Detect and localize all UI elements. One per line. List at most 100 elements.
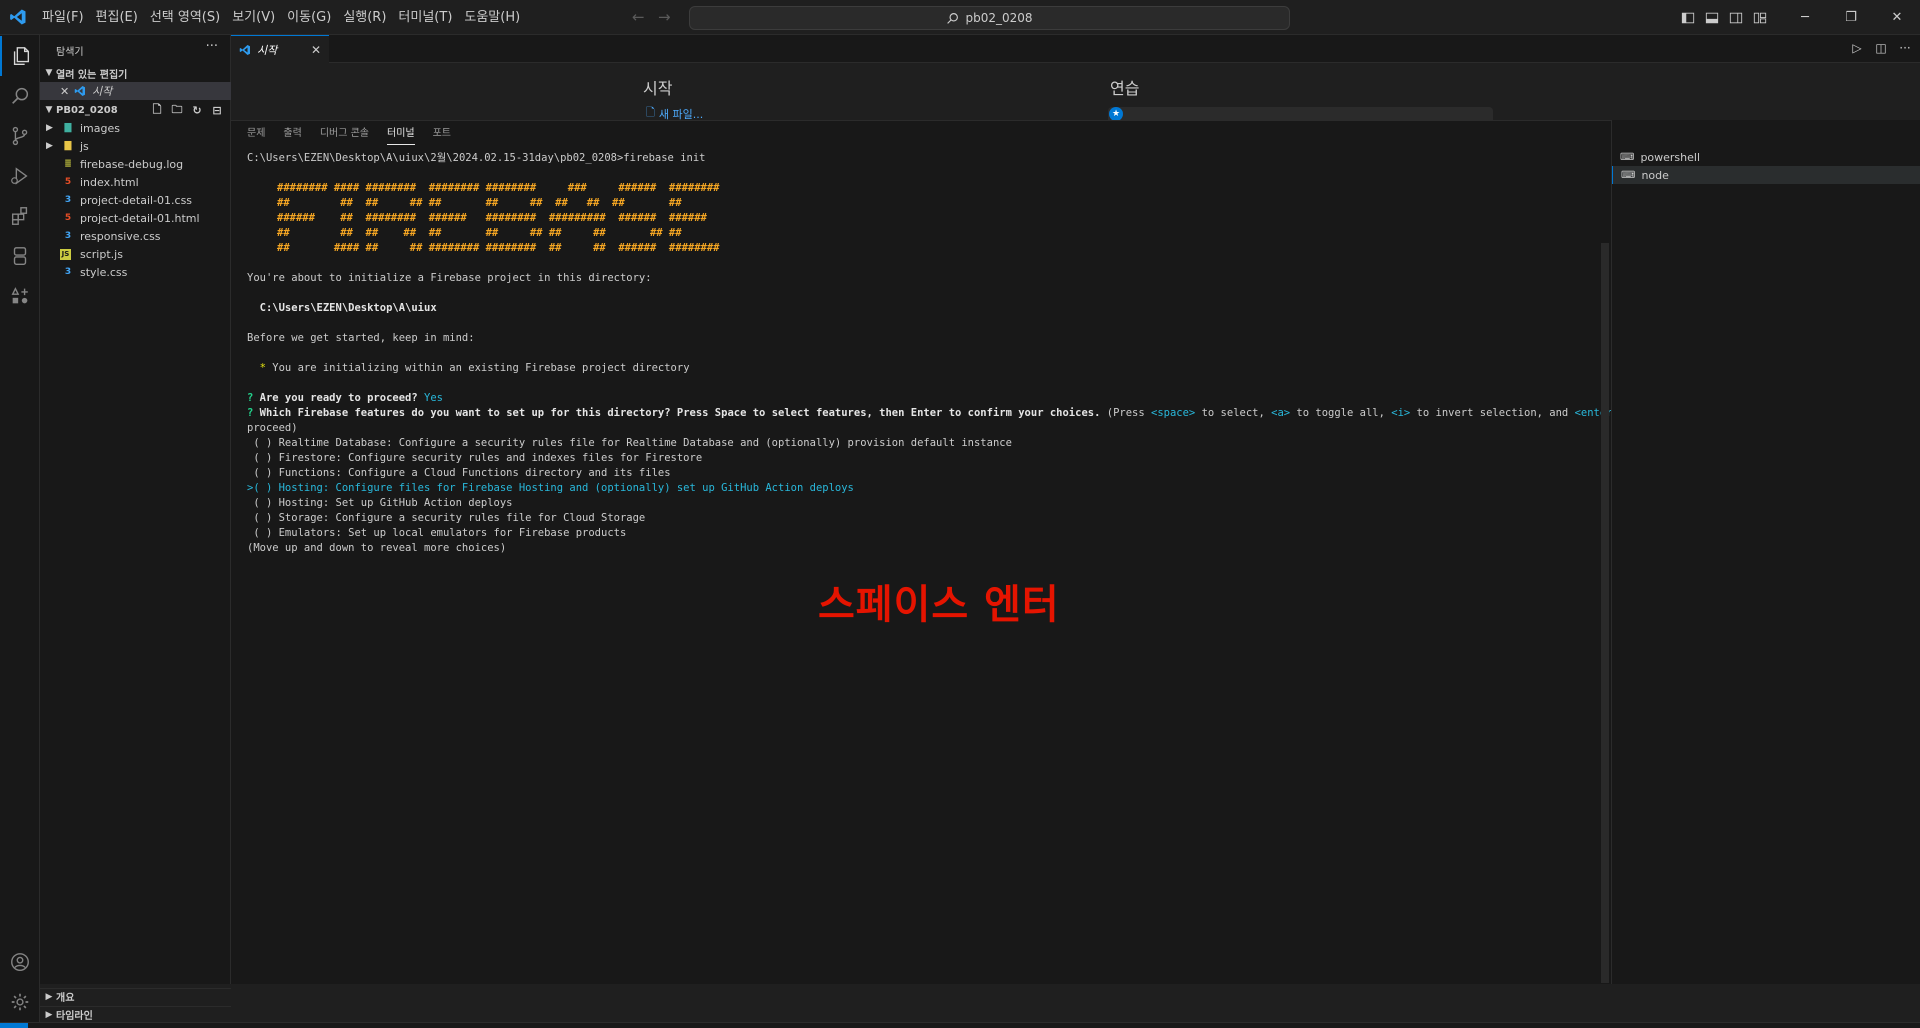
terminal-list-item[interactable]: ⌨ node bbox=[1612, 166, 1920, 184]
menu-help[interactable]: 도움말(H) bbox=[458, 0, 526, 35]
menu-run[interactable]: 실행(R) bbox=[337, 0, 392, 35]
more-actions-icon[interactable]: ··· bbox=[206, 39, 218, 54]
file-tree-item[interactable]: 3 project-detail-01.css bbox=[40, 191, 231, 209]
file-tree-item[interactable]: ▶ ▇ js bbox=[40, 137, 231, 155]
more-actions-icon[interactable]: ··· bbox=[1896, 39, 1914, 57]
timeline-section[interactable]: ▶ 타임라인 bbox=[40, 1006, 231, 1022]
testing-icon[interactable] bbox=[0, 276, 40, 316]
file-tree-item[interactable]: ≣ firebase-debug.log bbox=[40, 155, 231, 173]
account-icon[interactable] bbox=[0, 942, 40, 982]
bullet-text: You are initializing within an existing … bbox=[265, 362, 690, 374]
folder-title: PB02_0208 bbox=[56, 104, 118, 116]
menu-file[interactable]: 파일(F) bbox=[36, 0, 90, 35]
restore-icon[interactable]: ❐ bbox=[1828, 0, 1874, 35]
menu-edit[interactable]: 편집(E) bbox=[90, 0, 144, 35]
gear-icon[interactable] bbox=[0, 982, 40, 1022]
choice-item[interactable]: ( ) Realtime Database: Configure a secur… bbox=[247, 436, 1012, 451]
toggle-panel-icon[interactable] bbox=[1700, 0, 1724, 35]
chevron-down-icon: ▼ bbox=[45, 68, 53, 78]
title-bar: 파일(F) 편집(E) 선택 영역(S) 보기(V) 이동(G) 실행(R) 터… bbox=[0, 0, 1920, 35]
terminal-list-label: powershell bbox=[1640, 150, 1701, 164]
back-arrow-icon[interactable]: ← bbox=[632, 9, 648, 25]
file-tree-item[interactable]: 5 project-detail-01.html bbox=[40, 209, 231, 227]
ascii-art-line: ######## #### ######## ######## ########… bbox=[277, 182, 720, 194]
remote-explorer-icon[interactable] bbox=[0, 236, 40, 276]
html-file-icon: 5 bbox=[64, 177, 72, 187]
terminal-output[interactable]: C:\Users\EZEN\Desktop\A\uiux\2월\2024.02.… bbox=[247, 151, 1807, 981]
choice-item-highlighted[interactable]: >( ) Hosting: Configure files for Fireba… bbox=[247, 481, 854, 496]
file-tree-label: responsive.css bbox=[80, 229, 161, 243]
file-tree-item[interactable]: 5 index.html bbox=[40, 173, 231, 191]
js-file-icon: JS bbox=[60, 248, 71, 260]
close-icon[interactable]: ✕ bbox=[60, 85, 70, 98]
explorer-sidebar: 탐색기 ··· ▼ 열려 있는 편집기 ✕ 시작 ▼ PB02_0208 🗋 🗀… bbox=[40, 35, 231, 1022]
menu-terminal[interactable]: 터미널(T) bbox=[392, 0, 458, 35]
terminal-list-item[interactable]: ⌨ powershell bbox=[1612, 148, 1920, 166]
welcome-new-file-label: 새 파일... bbox=[658, 107, 704, 121]
activity-bar bbox=[0, 35, 40, 1028]
source-control-icon[interactable] bbox=[0, 116, 40, 156]
new-file-icon[interactable]: 🗋 bbox=[149, 102, 165, 118]
search-icon[interactable] bbox=[0, 76, 40, 116]
ascii-art-line: ## #### ## ## ######## ######## ## ## ##… bbox=[277, 242, 720, 254]
file-tree-label: index.html bbox=[80, 175, 139, 189]
outline-section[interactable]: ▶ 개요 bbox=[40, 988, 231, 1004]
extensions-icon[interactable] bbox=[0, 196, 40, 236]
refresh-icon[interactable]: ↻ bbox=[189, 102, 205, 118]
tab-start[interactable]: 시작 ✕ bbox=[231, 35, 329, 63]
tab-debug-console[interactable]: 디버그 콘솔 bbox=[320, 121, 379, 147]
forward-arrow-icon[interactable]: → bbox=[658, 9, 674, 25]
menu-view[interactable]: 보기(V) bbox=[226, 0, 281, 35]
timeline-title: 타임라인 bbox=[56, 1011, 93, 1022]
chevron-right-icon: ▶ bbox=[46, 141, 53, 151]
tab-ports[interactable]: 포트 bbox=[433, 121, 461, 147]
file-tree-label: firebase-debug.log bbox=[80, 157, 184, 171]
close-window-icon[interactable]: ✕ bbox=[1874, 0, 1920, 35]
file-tree-item[interactable]: ▶ ▇ images bbox=[40, 119, 231, 137]
vscode-logo-icon[interactable] bbox=[9, 8, 27, 26]
terminal-line: C:\Users\EZEN\Desktop\A\uiux bbox=[247, 302, 437, 314]
images-folder-icon: ▇ bbox=[64, 123, 72, 133]
file-tree-item[interactable]: 3 responsive.css bbox=[40, 227, 231, 245]
folder-section[interactable]: ▼ PB02_0208 🗋 🗀 ↻ ⊟ bbox=[40, 102, 231, 118]
terminal-line: Before we get started, keep in mind: bbox=[247, 332, 475, 344]
remote-indicator[interactable] bbox=[0, 1023, 28, 1028]
walkthrough-card[interactable] bbox=[1108, 107, 1493, 120]
tab-terminal[interactable]: 터미널 bbox=[387, 121, 425, 147]
explorer-icon[interactable] bbox=[0, 36, 40, 76]
toggle-primary-sidebar-icon[interactable] bbox=[1676, 0, 1700, 35]
new-folder-icon[interactable]: 🗀 bbox=[169, 102, 185, 118]
run-icon[interactable]: ▷ bbox=[1848, 39, 1866, 57]
menu-selection[interactable]: 선택 영역(S) bbox=[144, 0, 226, 35]
choice-item[interactable]: ( ) Storage: Configure a security rules … bbox=[247, 511, 645, 526]
minimize-icon[interactable]: ─ bbox=[1782, 0, 1828, 35]
log-file-icon: ≣ bbox=[64, 159, 72, 169]
hint-key: <i> bbox=[1391, 407, 1411, 419]
split-editor-icon[interactable]: ◫ bbox=[1872, 39, 1890, 57]
vscode-file-icon bbox=[239, 44, 250, 55]
run-debug-icon[interactable] bbox=[0, 156, 40, 196]
choice-item[interactable]: ( ) Emulators: Set up local emulators fo… bbox=[247, 526, 626, 541]
toggle-secondary-sidebar-icon[interactable] bbox=[1724, 0, 1748, 35]
command-center-search[interactable]: pb02_0208 bbox=[689, 6, 1290, 30]
welcome-new-file-link[interactable]: 🗋 새 파일... bbox=[646, 104, 703, 120]
choice-item[interactable]: ( ) Firestore: Configure security rules … bbox=[247, 451, 702, 466]
terminal-scrollbar[interactable] bbox=[1601, 243, 1609, 983]
editor-actions: ▷ ◫ ··· bbox=[1848, 39, 1914, 57]
css-file-icon: 3 bbox=[64, 195, 72, 205]
open-editors-section[interactable]: ▼ 열려 있는 편집기 bbox=[40, 65, 231, 81]
open-editor-item[interactable]: ✕ 시작 bbox=[40, 82, 231, 100]
customize-layout-icon[interactable] bbox=[1748, 0, 1772, 35]
menu-go[interactable]: 이동(G) bbox=[281, 0, 337, 35]
collapse-all-icon[interactable]: ⊟ bbox=[209, 102, 225, 118]
file-tree-item[interactable]: JS script.js bbox=[40, 245, 231, 263]
file-tree-item[interactable]: 3 style.css bbox=[40, 263, 231, 281]
choice-item[interactable]: ( ) Functions: Configure a Cloud Functio… bbox=[247, 466, 670, 481]
close-icon[interactable]: ✕ bbox=[311, 43, 321, 57]
choice-item[interactable]: ( ) Hosting: Set up GitHub Action deploy… bbox=[247, 496, 512, 511]
open-editors-title: 열려 있는 편집기 bbox=[56, 69, 128, 81]
tab-output[interactable]: 출력 bbox=[283, 121, 311, 147]
file-tree-label: script.js bbox=[80, 247, 123, 261]
welcome-start-heading: 시작 bbox=[643, 79, 673, 98]
tab-problems[interactable]: 문제 bbox=[247, 121, 275, 147]
